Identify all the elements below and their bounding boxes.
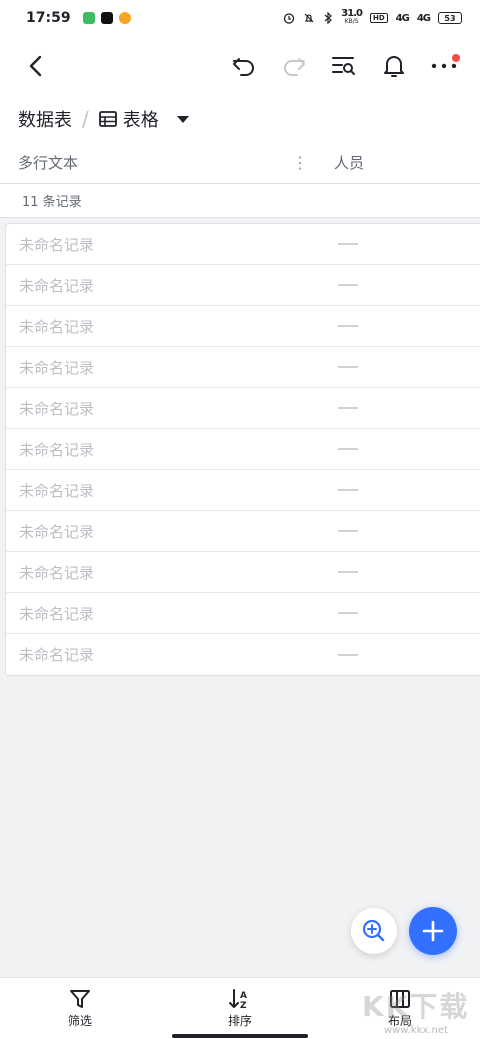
home-indicator[interactable] [172,1034,308,1038]
svg-text:Z: Z [240,1001,247,1010]
table-row[interactable]: 未命名记录 [6,470,480,511]
redo-icon [284,58,305,76]
record-person-empty[interactable] [338,366,358,368]
back-icon [29,55,42,77]
record-title: 未命名记录 [19,604,95,623]
watermark-url: www.kkx.net [384,1025,448,1036]
filter-label: 筛选 [67,1014,92,1028]
breadcrumb: 数据表 / 表格 [0,96,480,142]
record-title: 未命名记录 [19,522,95,541]
notifications-button[interactable] [374,46,414,86]
record-title: 未命名记录 [19,481,95,500]
record-person-empty[interactable] [338,653,358,656]
breadcrumb-separator: / [82,107,89,131]
record-title: 未命名记录 [19,235,95,254]
more-icon [431,63,457,69]
zoom-in-icon [362,919,385,942]
sort-label: 排序 [227,1014,252,1028]
battery-icon: 53 [438,12,462,24]
status-time: 17:59 [26,10,71,26]
record-person-empty[interactable] [338,571,358,573]
sort-icon: AZ [229,989,247,1010]
record-title: 未命名记录 [19,440,95,459]
nav-bar [0,36,480,96]
add-record-button[interactable] [409,907,457,955]
record-list: 未命名记录 未命名记录 未命名记录 未命名记录 未命名记录 未命名记录 未命名记录 未命名记录… [5,223,480,676]
bluetooth-icon [324,12,333,24]
app-notification-icon [82,12,95,24]
net-speed: 31.0 KB/S [341,8,363,26]
column-text[interactable]: 多行文本 ⋮ [0,142,320,183]
column-person[interactable]: 人员 [320,152,364,173]
undo-icon [233,58,254,76]
column-header: 多行文本 ⋮ 人员 [0,142,480,184]
nav-actions [224,46,464,86]
breadcrumb-table[interactable]: 数据表 [18,106,72,132]
record-title: 未命名记录 [19,563,95,582]
notification-badge [452,54,460,62]
back-button[interactable] [16,46,56,86]
redo-button[interactable] [274,46,314,86]
record-title: 未命名记录 [19,276,95,295]
record-person-empty[interactable] [338,448,358,450]
record-count: 11 条记录 [0,184,480,218]
more-button[interactable] [424,46,464,86]
record-person-empty[interactable] [338,325,358,327]
record-person-empty[interactable] [338,489,358,491]
record-person-empty[interactable] [338,530,358,532]
table-row[interactable]: 未命名记录 [6,347,480,388]
record-title: 未命名记录 [19,358,95,377]
table-row[interactable]: 未命名记录 [6,388,480,429]
table-row[interactable]: 未命名记录 [6,224,480,265]
table-row[interactable]: 未命名记录 [6,634,480,675]
record-title: 未命名记录 [19,317,95,336]
tiktok-icon [100,12,113,24]
undo-button[interactable] [224,46,264,86]
zoom-button[interactable] [351,908,397,954]
column-menu-icon[interactable]: ⋮ [292,153,308,172]
column-person-label: 人员 [334,154,365,172]
record-title: 未命名记录 [19,646,95,664]
status-indicators: 31.0 KB/S HD 4G 4G 53 [283,8,462,26]
bell-icon [384,56,404,77]
record-person-empty[interactable] [338,612,358,614]
weibo-icon [118,12,131,24]
record-person-empty[interactable] [338,243,358,245]
record-person-empty[interactable] [338,407,358,409]
svg-text:A: A [240,991,247,1001]
filter-button[interactable]: 筛选 [40,988,120,1029]
view-name: 表格 [122,110,159,131]
view-switcher[interactable]: 表格 [98,106,189,132]
table-row[interactable]: 未命名记录 [6,593,480,634]
sort-button[interactable]: AZ 排序 [200,988,280,1029]
record-person-empty[interactable] [338,284,358,286]
table-row[interactable]: 未命名记录 [6,552,480,593]
signal-2: 4G [416,12,431,24]
hd-badge: HD [369,13,388,23]
plus-icon [422,920,444,942]
mute-icon [304,13,314,23]
column-text-label: 多行文本 [18,154,79,172]
caret-down-icon [176,115,189,123]
table-row[interactable]: 未命名记录 [6,306,480,347]
table-row[interactable]: 未命名记录 [6,265,480,306]
watermark-logo: KK下载 [362,990,470,1023]
signal-1: 4G [395,12,410,24]
table-row[interactable]: 未命名记录 [6,429,480,470]
record-title: 未命名记录 [19,399,95,418]
filter-icon [70,990,90,1008]
alarm-icon [284,13,295,24]
search-list-icon [332,57,355,75]
table-row[interactable]: 未命名记录 [6,511,480,552]
search-records-button[interactable] [324,46,364,86]
grid-table-icon [98,111,117,127]
app-page: 17:59 31.0 KB/S HD 4G 4G 53 数据表 / 表格 多行文… [0,0,480,1039]
status-bar: 17:59 31.0 KB/S HD 4G 4G 53 [0,0,480,36]
